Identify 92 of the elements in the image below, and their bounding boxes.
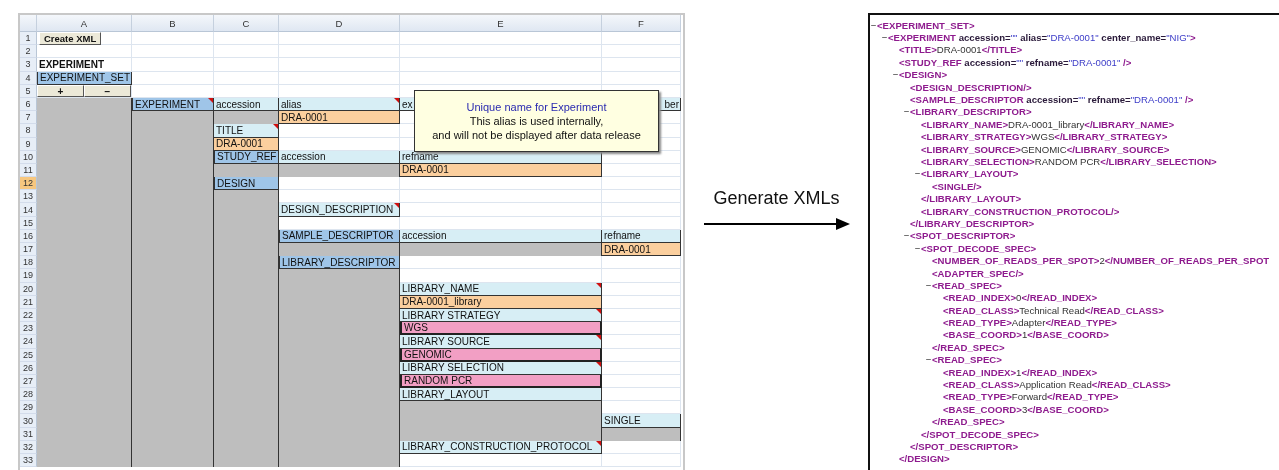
- row-header[interactable]: 24: [20, 335, 37, 349]
- xml-line: <NUMBER_OF_READS_PER_SPOT>2</NUMBER_OF_READS_PER_SPOT: [932, 255, 1270, 267]
- table-cell: [214, 111, 279, 125]
- row-header[interactable]: 8: [20, 124, 37, 138]
- xml-line: </LIBRARY_LAYOUT>: [921, 193, 1022, 205]
- collapse-toggle[interactable]: −: [914, 242, 921, 254]
- table-cell: [214, 71, 279, 85]
- collapse-toggle[interactable]: −: [881, 32, 888, 44]
- xml-line: </DESIGN>: [899, 453, 950, 465]
- column-header[interactable]: D: [279, 15, 400, 32]
- table-cell: [214, 190, 279, 204]
- xml-line: <EXPERIMENT accession="" alias="DRA-0001" center_name="NIG">: [888, 32, 1196, 44]
- xml-line: <STUDY_REF accession="" refname="DRA-0001" />: [899, 56, 1132, 68]
- row-header[interactable]: 12: [20, 177, 37, 191]
- row-header[interactable]: 2: [20, 45, 37, 59]
- xml-line: </SPOT_DECODE_SPEC>: [921, 428, 1039, 440]
- tooltip-text: This alias is used internally,: [469, 115, 604, 127]
- collapse-toggle[interactable]: −: [903, 230, 910, 242]
- column-header[interactable]: B: [132, 15, 214, 32]
- xml-line: <BASE_COORD>1</BASE_COORD>: [943, 329, 1109, 341]
- table-cell[interactable]: TITLE: [214, 124, 279, 138]
- row-header[interactable]: 30: [20, 414, 37, 428]
- table-cell[interactable]: DRA-0001: [279, 111, 400, 125]
- row-header[interactable]: 3: [20, 58, 37, 72]
- table-cell: [214, 32, 279, 46]
- row-header[interactable]: 7: [20, 111, 37, 125]
- xml-line: <EXPERIMENT_SET>: [877, 19, 975, 31]
- xml-line: <LIBRARY_SOURCE>GENOMIC</LIBRARY_SOURCE>: [921, 143, 1170, 155]
- xml-line: <LIBRARY_NAME>DRA-0001_library</LIBRARY_NAME>: [921, 118, 1175, 130]
- xml-line: <READ_INDEX>0</READ_INDEX>: [943, 292, 1098, 304]
- collapse-toggle[interactable]: −: [914, 168, 921, 180]
- xml-line: <BASE_COORD>3</BASE_COORD>: [943, 403, 1109, 415]
- row-header[interactable]: 14: [20, 203, 37, 217]
- row-header[interactable]: 19: [20, 269, 37, 283]
- tooltip-text: and will not be displayed after data release: [432, 129, 641, 141]
- xml-line: <LIBRARY_DESCRIPTOR>: [910, 106, 1032, 118]
- column-header[interactable]: F: [602, 15, 681, 32]
- table-cell[interactable]: WGS: [400, 322, 602, 336]
- xml-line: <DESIGN>: [899, 69, 947, 81]
- table-cell[interactable]: LIBRARY_LAYOUT: [400, 388, 602, 402]
- collapse-toggle[interactable]: −: [892, 69, 899, 81]
- column-header[interactable]: C: [214, 15, 279, 32]
- row-header[interactable]: 28: [20, 388, 37, 402]
- table-cell[interactable]: SINGLE: [602, 414, 681, 428]
- collapse-toggle[interactable]: −: [870, 19, 877, 31]
- table-cell[interactable]: DESIGN: [214, 177, 279, 191]
- collapse-toggle[interactable]: −: [903, 106, 910, 118]
- xml-line: <READ_SPEC>: [932, 279, 1002, 291]
- table-cell[interactable]: EXPERIMENT: [37, 58, 132, 72]
- table-cell: [214, 45, 279, 59]
- column-header[interactable]: A: [37, 15, 132, 32]
- xml-line: <TITLE>DRA-0001</TITLE>: [899, 44, 1023, 56]
- row-header[interactable]: 23: [20, 322, 37, 336]
- table-cell[interactable]: LIBRARY SOURCE: [400, 335, 602, 349]
- xml-line: </READ_SPEC>: [932, 341, 1005, 353]
- row-header[interactable]: 29: [20, 401, 37, 415]
- xml-line: <SPOT_DECODE_SPEC>: [921, 242, 1037, 254]
- xml-line: <READ_CLASS>Technical Read</READ_CLASS>: [943, 304, 1164, 316]
- row-header[interactable]: 18: [20, 256, 37, 270]
- collapse-toggle[interactable]: −: [925, 354, 932, 366]
- xml-line: </SPOT_DESCRIPTOR>: [910, 440, 1019, 452]
- xml-line: <LIBRARY_LAYOUT>: [921, 168, 1019, 180]
- xml-line: <READ_SPEC>: [932, 354, 1002, 366]
- row-header[interactable]: 13: [20, 190, 37, 204]
- row-header[interactable]: 17: [20, 243, 37, 257]
- tooltip-title: Unique name for Experiment: [466, 101, 607, 113]
- table-cell[interactable]: LIBRARY_DESCRIPTOR: [279, 256, 400, 270]
- xml-line: <READ_TYPE>Forward</READ_TYPE>: [943, 391, 1119, 403]
- xml-line: <ADAPTER_SPEC/>: [932, 267, 1024, 279]
- xml-line: <READ_TYPE>Adapter</READ_TYPE>: [943, 317, 1117, 329]
- xml-line: </READ_SPEC>: [932, 416, 1005, 428]
- table-cell: [214, 58, 279, 72]
- xml-line: <LIBRARY_SELECTION>RANDOM PCR</LIBRARY_SELECTION>: [921, 156, 1217, 167]
- xml-line: <LIBRARY_CONSTRUCTION_PROTOCOL/>: [921, 205, 1120, 217]
- xml-line: <SAMPLE_DESCRIPTOR accession="" refname="DRA-0001" />: [910, 94, 1194, 106]
- xml-line: <SPOT_DESCRIPTOR>: [910, 230, 1016, 242]
- table-cell[interactable]: DRA-0001: [602, 243, 681, 257]
- table-cell: [214, 84, 279, 98]
- collapse-toggle[interactable]: −: [925, 279, 932, 291]
- corner-cell[interactable]: [20, 15, 37, 32]
- xml-line: <SINGLE/>: [932, 180, 982, 192]
- xml-line: <LIBRARY_STRATEGY>WGS</LIBRARY_STRATEGY>: [921, 131, 1168, 143]
- xml-line: <DESIGN_DESCRIPTION/>: [910, 81, 1032, 93]
- arrow-label: Generate XMLs: [713, 188, 840, 209]
- xml-line: <READ_CLASS>Application Read</READ_CLASS>: [943, 379, 1171, 390]
- xml-line: <READ_INDEX>1</READ_INDEX>: [943, 366, 1098, 378]
- column-header[interactable]: E: [400, 15, 602, 32]
- row-header[interactable]: 1: [20, 32, 37, 46]
- xml-line: </LIBRARY_DESCRIPTOR>: [910, 217, 1035, 229]
- table-cell: [214, 454, 279, 468]
- row-header[interactable]: 33: [20, 454, 37, 468]
- table-cell[interactable]: DESIGN_DESCRIPTION: [279, 203, 400, 217]
